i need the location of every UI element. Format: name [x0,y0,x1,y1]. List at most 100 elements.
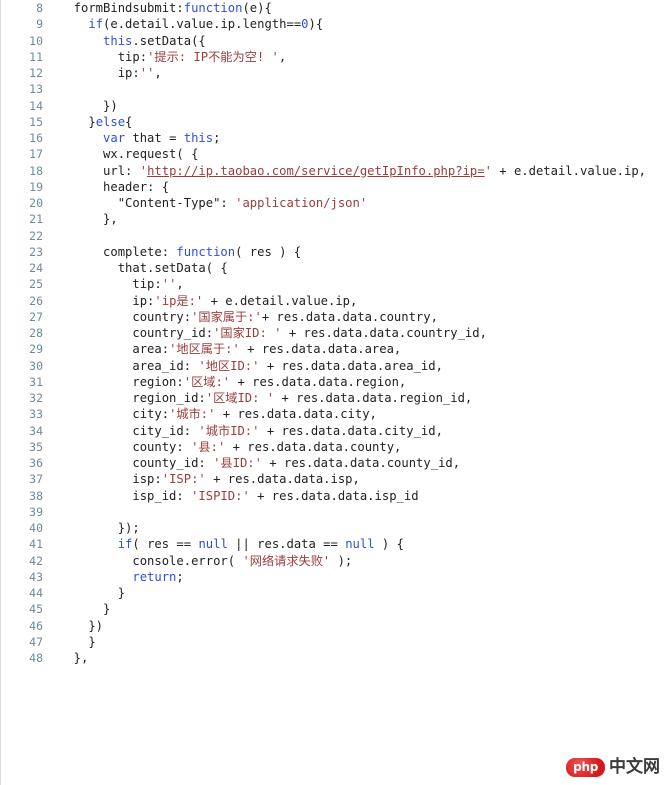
line-number: 30 [29,358,43,373]
code-token-plain: , [176,277,184,292]
line-number: 41 [29,537,43,552]
code-token-kw: null [345,537,375,552]
code-token-plain: + res.data.data.region, [230,374,407,389]
code-token-kw: function [176,244,236,259]
code-token-str: '国家属于:' [191,309,262,324]
code-token-str: ' [139,163,148,178]
line-number: 39 [29,504,43,519]
code-line: 18 url: 'http://ip.taobao.com/service/ge… [1,163,666,179]
watermark-text: 中文网 [609,757,660,777]
code-token-plain: area: [59,342,170,357]
code-line: 42 console.error( '网络请求失败' ); [1,553,666,569]
code-line: 26 ip:'ip是:' + e.detail.value.ip, [1,293,666,309]
line-number: 36 [29,456,43,470]
code-line: 19 header: { [1,179,666,195]
code-line: 30 area_id: '地区ID:' + res.data.data.area… [1,358,666,374]
code-line: 34 city_id: '城市ID:' + res.data.data.city… [1,423,666,439]
code-token-str: '县ID:' [213,456,262,470]
line-number: 20 [29,196,43,210]
code-token-plain: (e.detail.value.ip.length== [103,17,302,32]
code-line-content: if( res == null || res.data == null ) { [53,536,666,552]
line-number: 24 [29,261,43,275]
code-line-content: wx.request( { [53,146,666,162]
code-token-plain: || res.data == [227,537,346,552]
code-line-content: country:'国家属于:'+ res.data.data.country, [53,309,666,325]
code-line-content: header: { [53,179,666,195]
code-line-content [53,228,666,244]
code-token-plain: }) [59,98,118,113]
line-number: 40 [29,521,43,535]
code-line: 35 county: '县:' + res.data.data.county, [1,439,666,455]
code-token-url[interactable]: http://ip.taobao.com/service/getIpInfo.p… [147,164,485,178]
line-number: 22 [29,228,43,243]
code-line-content: console.error( '网络请求失败' ); [53,553,666,569]
code-line: 21 }, [1,211,666,227]
code-token-plain: region: [59,374,184,389]
code-token-plain: wx.request( { [59,147,199,162]
line-number: 47 [29,634,43,649]
line-number: 13 [29,82,43,97]
code-line: 13 [1,81,666,97]
code-line: 9 if(e.detail.value.ip.length==0){ [1,16,666,32]
code-line-content: "Content-Type": 'application/json' [53,195,666,211]
line-number: 14 [29,98,43,113]
code-line-content: area_id: '地区ID:' + res.data.data.area_id… [53,358,666,374]
code-token-str: ' [484,163,492,178]
code-token-plain: city: [59,407,170,422]
code-token-plain: ) { [374,537,404,552]
code-token-plain: county_id: [59,456,214,470]
code-token-plain: ip: [59,66,140,80]
code-line-content: isp:'ISP:' + res.data.data.isp, [53,471,666,487]
code-token-plain: ( res ) { [235,244,302,259]
code-token-plain: } [59,634,96,649]
code-line: 32 region_id:'区域ID: ' + res.data.data.re… [1,390,666,406]
line-number: 31 [29,374,43,389]
code-token-str: '' [161,277,177,292]
code-token-plain: city_id: [59,423,199,438]
code-token-plain: that = [125,131,184,145]
code-token-plain: + res.data.data.county_id, [261,456,461,470]
code-token-plain: ; [213,131,221,145]
code-line-content: county: '县:' + res.data.data.county, [53,439,666,455]
line-number: 46 [29,618,43,633]
code-line-content: } [53,634,666,650]
code-token-kw: null [198,537,228,552]
code-token-plain: }); [59,521,140,535]
code-token-kw: if [88,17,104,32]
code-token-plain: isp_id: [59,488,192,503]
code-line-content: that.setData( { [53,260,666,276]
code-token-plain: (e){ [242,1,272,15]
code-token-plain: + res.data.data.county, [225,439,402,454]
code-line-content: if(e.detail.value.ip.length==0){ [53,16,666,32]
code-token-plain: + res.data.data.city, [215,407,377,422]
code-token-str: '' [139,66,155,80]
code-token-str: '网络请求失败' [242,553,331,568]
code-token-str: '区域:' [183,374,231,389]
code-token-plain: + e.detail.value.ip, [491,163,647,178]
line-number: 11 [29,49,43,64]
code-token-plain: area_id: [59,358,199,373]
line-number: 19 [29,179,43,194]
code-line: 12 ip:'', [1,65,666,81]
code-line-content: }, [53,650,666,666]
code-line-content: } [53,585,666,601]
code-token-plain: county: [59,439,192,454]
line-number: 38 [29,488,43,503]
line-number: 8 [36,1,43,15]
line-number: 37 [29,472,43,487]
line-number: 34 [29,423,43,438]
code-body: 8 formBindsubmit:function(e){9 if(e.deta… [1,0,666,666]
code-line-content: city:'城市:' + res.data.data.city, [53,406,666,422]
code-line: 36 county_id: '县ID:' + res.data.data.cou… [1,455,666,471]
code-line: 44 } [1,585,666,601]
code-token-plain: , [278,49,287,64]
code-line-content: isp_id: 'ISPID:' + res.data.data.isp_id [53,488,666,504]
code-line: 41 if( res == null || res.data == null )… [1,536,666,552]
code-line-content: tip:'', [53,276,666,292]
code-token-kw: else [95,114,126,129]
code-line: 48 }, [1,650,666,666]
code-token-str: 'ip是:' [154,293,204,308]
line-number: 33 [29,407,43,422]
